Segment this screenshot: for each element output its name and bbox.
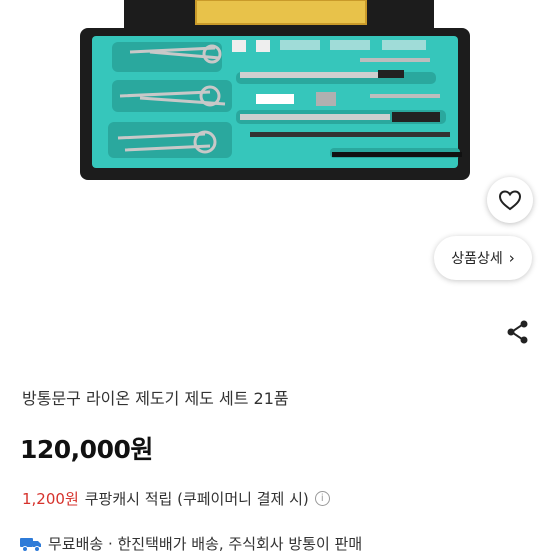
product-image[interactable] bbox=[0, 0, 554, 205]
heart-icon bbox=[498, 190, 522, 211]
product-price: 120,000원 bbox=[20, 435, 153, 464]
shipping-row: 무료배송 · 한진택배가 배송, 주식회사 방통이 판매 bbox=[20, 533, 362, 554]
truck-icon bbox=[20, 537, 41, 552]
product-detail-button[interactable]: 상품상세 › bbox=[434, 236, 532, 280]
cashback-text: 쿠팡캐시 적립 (쿠페이머니 결제 시) bbox=[84, 490, 309, 508]
shipping-text: 무료배송 · 한진택배가 배송, 주식회사 방통이 판매 bbox=[48, 535, 363, 553]
cashback-amount: 1,200원 bbox=[22, 490, 79, 508]
wishlist-button[interactable] bbox=[487, 177, 533, 223]
product-title: 방통문구 라이온 제도기 제도 세트 21품 bbox=[22, 389, 289, 408]
product-detail-label: 상품상세 bbox=[451, 251, 503, 267]
info-icon[interactable]: i bbox=[314, 491, 330, 506]
share-icon bbox=[507, 320, 528, 344]
share-button[interactable] bbox=[504, 318, 532, 346]
cashback-row: 1,200원 쿠팡캐시 적립 (쿠페이머니 결제 시) i bbox=[22, 488, 330, 509]
chevron-right-icon: › bbox=[508, 249, 515, 267]
